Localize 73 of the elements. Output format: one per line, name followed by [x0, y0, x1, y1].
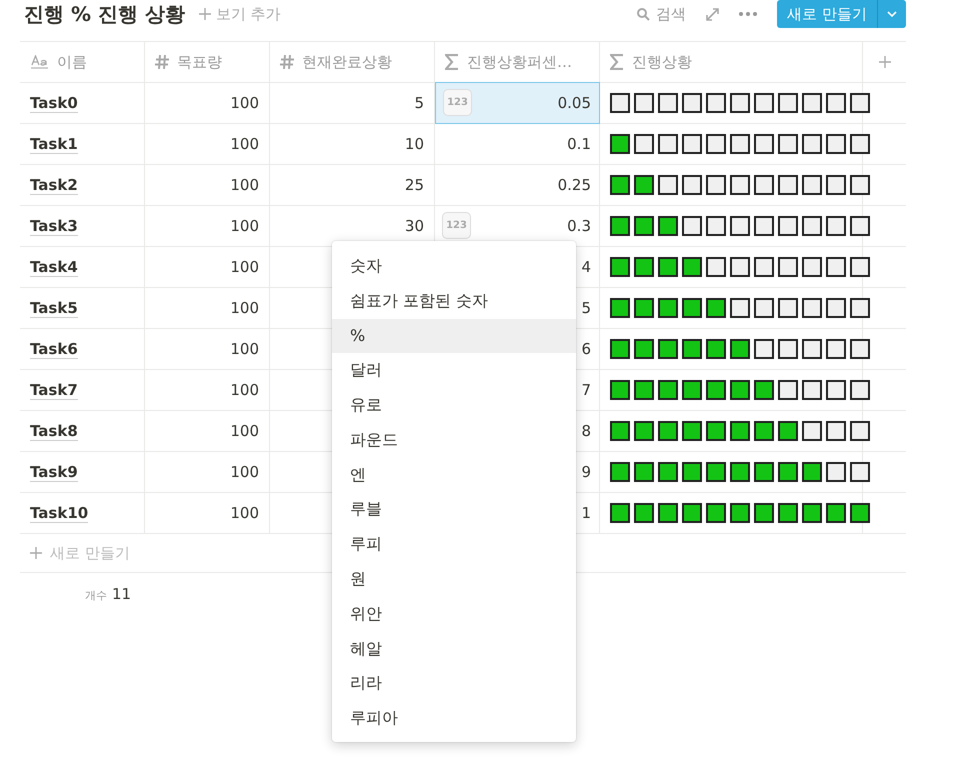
table-cell: 100 [230, 299, 259, 317]
add-column-icon[interactable] [878, 56, 890, 68]
table-cell: 100 [230, 504, 259, 522]
search-icon [637, 8, 650, 20]
table-cell: 5 [414, 94, 424, 112]
table-cell: 100 [230, 463, 259, 481]
sigma-icon [445, 54, 459, 70]
row-title[interactable]: Task8 [30, 422, 78, 440]
table-cell: 100 [230, 217, 259, 235]
menu-item[interactable]: 루피 [332, 527, 576, 562]
column-label: 현재완료상황 [302, 52, 392, 72]
table-cell: 100 [230, 381, 259, 399]
row-title[interactable]: Task4 [30, 258, 78, 276]
plus-icon [30, 547, 42, 559]
column-label: 목표량 [177, 52, 222, 72]
hash-icon [155, 55, 169, 69]
more-icon[interactable] [739, 12, 758, 16]
row-title[interactable]: Task9 [30, 462, 78, 482]
text-type-icon [31, 55, 49, 69]
row-title[interactable]: Task1 [30, 134, 78, 154]
menu-item[interactable]: 달러 [332, 353, 576, 388]
row-title[interactable]: Task2 [30, 176, 78, 194]
table-cell: 5 [581, 299, 591, 317]
plus-icon [198, 8, 211, 20]
table-cell: 100 [230, 135, 259, 153]
menu-item[interactable]: 루블 [332, 492, 576, 528]
menu-item[interactable]: % [332, 318, 576, 354]
column-label: 이름 [57, 52, 87, 72]
row-title[interactable]: Task10 [30, 504, 88, 522]
menu-item[interactable]: 원 [332, 562, 576, 597]
table-cell: 8 [581, 422, 591, 440]
caret-icon [887, 11, 897, 17]
cell-value: 0.05 [558, 94, 591, 112]
table-cell: 1 [581, 504, 591, 522]
table-cell: 100 [230, 258, 259, 276]
menu-item[interactable]: 엔 [332, 458, 576, 493]
selected-cell[interactable]: 123 0.05 [435, 82, 600, 124]
table-cell: 100 [230, 422, 259, 440]
row-title[interactable]: Task5 [30, 298, 78, 318]
menu-item[interactable]: 숫자 [332, 249, 576, 284]
menu-item[interactable]: 리라 [332, 666, 576, 702]
expand-icon[interactable] [706, 8, 720, 20]
table-cell: 25 [404, 176, 424, 194]
table-cell: 0.25 [558, 176, 591, 194]
row-title[interactable]: Task6 [30, 340, 78, 358]
table-cell: 7 [581, 381, 591, 399]
menu-item[interactable]: 파운드 [332, 422, 576, 458]
hash-icon [280, 55, 294, 69]
table-cell: 100 [230, 176, 259, 194]
menu-item[interactable]: 루피아 [332, 701, 576, 736]
table-cell: 30 [404, 217, 424, 235]
table-cell: 0.3 [567, 217, 591, 235]
column-label: 진행상황 [632, 52, 692, 72]
table-cell: 10 [404, 135, 424, 153]
table-cell: 4 [581, 258, 591, 276]
table-cell: 100 [230, 94, 259, 112]
column-label: 진행상황퍼센… [467, 52, 572, 72]
sigma-icon [610, 54, 624, 70]
menu-item[interactable]: 유로 [332, 388, 576, 423]
table-cell: 100 [230, 340, 259, 358]
dropdown-button[interactable] [878, 0, 906, 28]
row-title[interactable]: Task3 [30, 216, 78, 236]
table-cell: 6 [581, 340, 591, 358]
menu-item[interactable]: 쉼표가 포함된 숫자 [332, 284, 576, 319]
menu-item[interactable]: 헤알 [332, 632, 576, 667]
table-cell: 0.1 [567, 135, 591, 153]
table-cell: 9 [581, 463, 591, 481]
row-title[interactable]: Task0 [30, 94, 78, 112]
row-title[interactable]: Task7 [30, 380, 78, 400]
page-title: 진행 % 진행 상황 [24, 0, 185, 28]
count-label: 개수 [85, 588, 107, 603]
menu-item[interactable]: 위안 [332, 596, 576, 632]
count-value: 11 [112, 585, 132, 603]
